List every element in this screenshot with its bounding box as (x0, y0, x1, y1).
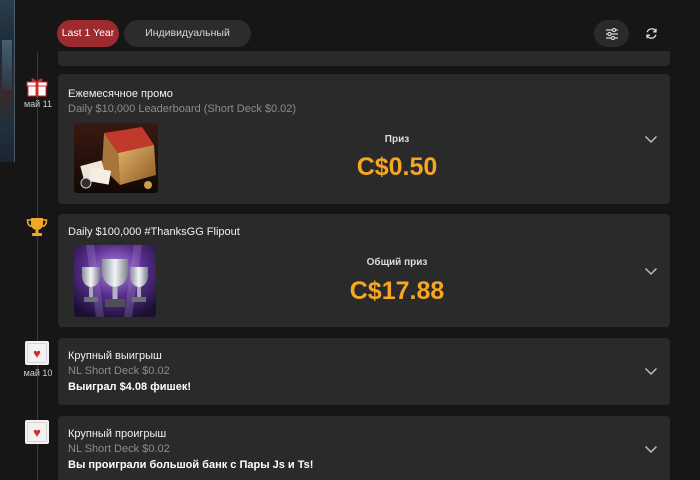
prize-label: Приз (384, 134, 410, 145)
trophy-thumbnail-image (74, 245, 156, 317)
trophy-icon (25, 215, 49, 239)
card-title: Крупный выигрыш (68, 350, 162, 362)
chevron-down-icon[interactable] (644, 264, 658, 278)
card-title: Крупный проигрыш (68, 428, 167, 440)
previous-card-stub (58, 51, 670, 66)
card-subtitle: NL Short Deck $0.02 (68, 443, 170, 455)
promo-card[interactable]: Ежемесячное промо Daily $10,000 Leaderbo… (58, 74, 670, 204)
sliders-icon (605, 27, 618, 40)
tournament-card[interactable]: Daily $100,000 #ThanksGG Flipout Общий п… (58, 214, 670, 327)
chevron-down-icon[interactable] (644, 442, 658, 456)
prize-value: C$17.88 (349, 277, 445, 305)
gift-icon (25, 76, 49, 98)
card-detail: Вы проиграли большой банк с Пары Js и Ts… (68, 459, 314, 471)
chevron-down-icon[interactable] (644, 364, 658, 378)
promo-history-panel: Last 1 Year Индивидуальный диапазон (0, 0, 700, 480)
playing-card-heart-icon: ♥ (25, 341, 49, 365)
last-1-year-button[interactable]: Last 1 Year (57, 20, 119, 47)
filter-button[interactable] (594, 20, 629, 47)
cropped-left-background (0, 0, 15, 162)
big-loss-card[interactable]: Крупный проигрыш NL Short Deck $0.02 Вы … (58, 416, 670, 480)
card-title: Daily $100,000 #ThanksGG Flipout (68, 226, 240, 238)
card-detail: Выиграл $4.08 фишек! (68, 381, 191, 393)
refresh-button[interactable] (634, 20, 669, 47)
timeline-line (37, 52, 38, 480)
playing-card-heart-icon: ♥ (25, 420, 49, 444)
timeline-date: май 10 (23, 368, 53, 378)
prize-value: C$0.50 (356, 153, 438, 181)
chevron-down-icon[interactable] (644, 132, 658, 146)
card-title: Ежемесячное промо (68, 88, 173, 100)
custom-range-button[interactable]: Индивидуальный диапазон (124, 20, 251, 66)
prize-label: Общий приз (366, 257, 428, 268)
timeline-date: май 11 (23, 99, 53, 109)
refresh-icon (646, 28, 657, 39)
promo-thumbnail-image (74, 123, 158, 193)
card-subtitle: Daily $10,000 Leaderboard (Short Deck $0… (68, 103, 297, 115)
big-win-card[interactable]: Крупный выигрыш NL Short Deck $0.02 Выиг… (58, 338, 670, 405)
card-subtitle: NL Short Deck $0.02 (68, 365, 170, 377)
